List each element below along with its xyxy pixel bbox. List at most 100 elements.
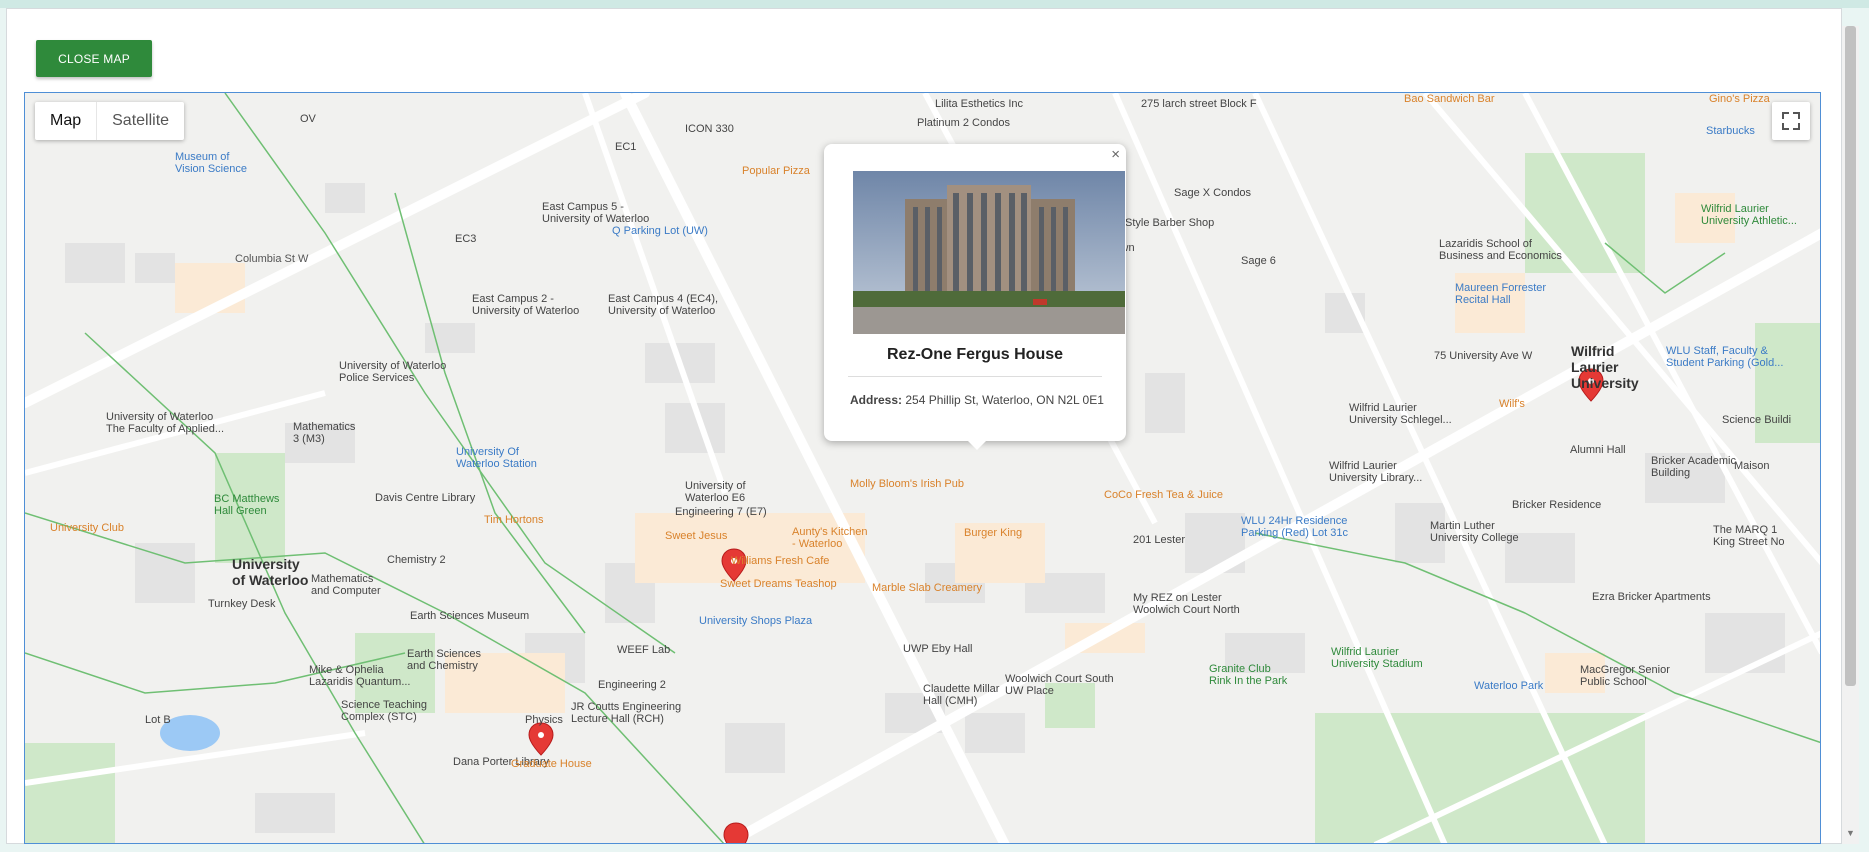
map-label[interactable]: UWP Eby Hall xyxy=(903,643,972,655)
map-label[interactable]: Engineering 2 xyxy=(598,679,666,691)
info-window-title: Rez-One Fergus House xyxy=(886,346,1064,363)
map-label[interactable]: EC3 xyxy=(455,233,476,245)
map-view[interactable]: Museum of Vision Science Columbia St W EC3 E… xyxy=(24,92,1821,844)
map-label[interactable]: East Campus 2 - University of Waterloo xyxy=(472,293,579,317)
map-label[interactable]: Marble Slab Creamery xyxy=(872,582,982,594)
map-label[interactable]: East Campus 4 (EC4), University of Waterl… xyxy=(608,293,718,317)
map-label[interactable]: University of Waterloo Police Services xyxy=(339,360,446,384)
map-label[interactable]: Columbia St W xyxy=(235,253,308,265)
map-label[interactable]: Lilita Esthetics Inc xyxy=(935,98,1023,110)
map-label[interactable]: University Club xyxy=(50,522,124,534)
map-label[interactable]: Turnkey Desk xyxy=(208,598,275,610)
info-window: × Rez-One Fergus House Address: 254 Phil… xyxy=(824,144,1126,450)
map-label[interactable]: Wilfrid Laurier University Stadium xyxy=(1331,646,1423,670)
map-label[interactable]: University of Waterloo E6 xyxy=(685,480,746,504)
map-label[interactable]: 75 University Ave W xyxy=(1434,350,1532,362)
address-label: Address: xyxy=(850,393,903,407)
map-label[interactable]: Starbucks xyxy=(1706,125,1755,137)
building-photo xyxy=(853,171,1125,334)
map-label[interactable]: Bao Sandwich Bar xyxy=(1404,93,1495,105)
map-label[interactable]: Maureen Forrester Recital Hall xyxy=(1455,282,1546,306)
map-label[interactable]: BC Matthews Hall Green xyxy=(214,493,279,517)
map-label[interactable]: Lot B xyxy=(145,714,171,726)
map-label[interactable]: Graduate House xyxy=(511,758,592,770)
map-label[interactable]: Bricker Academic Building xyxy=(1651,455,1736,479)
map-label[interactable]: Earth Sciences and Chemistry xyxy=(407,648,481,672)
fullscreen-button[interactable] xyxy=(1772,102,1810,140)
map-label[interactable]: Science Buildi xyxy=(1722,414,1791,426)
map-label[interactable]: Wilfrid Laurier University Library... xyxy=(1329,460,1422,484)
map-label[interactable]: WLU 24Hr Residence Parking (Red) Lot 31c xyxy=(1241,515,1348,539)
map-label[interactable]: WLU Staff, Faculty & Student Parking (Gol… xyxy=(1666,345,1783,369)
map-label[interactable]: Martin Luther University College xyxy=(1430,520,1519,544)
map-label[interactable]: Sage X Condos xyxy=(1174,187,1251,199)
map-label[interactable]: WEEF Lab xyxy=(617,644,670,656)
map-label[interactable]: CoCo Fresh Tea & Juice xyxy=(1104,489,1223,501)
fullscreen-icon xyxy=(1782,112,1800,130)
map-label[interactable]: Bricker Residence xyxy=(1512,499,1601,511)
map-type-satellite-button[interactable]: Satellite xyxy=(97,102,184,140)
map-label[interactable]: 201 Lester xyxy=(1133,534,1185,546)
map-label[interactable]: University of Waterloo xyxy=(232,556,308,588)
map-label[interactable]: University Shops Plaza xyxy=(699,615,812,627)
map-label[interactable]: Claudette Millar Hall (CMH) xyxy=(923,683,999,707)
map-label[interactable]: Mathematics and Computer xyxy=(311,573,381,597)
map-label[interactable]: Sweet Dreams Teashop xyxy=(720,578,837,590)
map-label[interactable]: Ezra Bricker Apartments xyxy=(1592,591,1711,603)
address-line: Address: 254 Phillip St, Waterloo, ON N2… xyxy=(850,393,1104,407)
header-bar xyxy=(0,0,1869,8)
map-label[interactable]: Aunty's Kitchen - Waterloo xyxy=(792,526,867,550)
map-label[interactable]: Museum of Vision Science xyxy=(175,151,247,175)
address-value: 254 Phillip St, Waterloo, ON N2L 0E1 xyxy=(905,393,1104,407)
map-label[interactable]: Mike & Ophelia Lazaridis Quantum... xyxy=(309,664,411,688)
map-type-control: Map Satellite xyxy=(35,102,185,140)
map-label[interactable]: Science Teaching Complex (STC) xyxy=(341,699,427,723)
map-label[interactable]: Wilf's xyxy=(1499,398,1525,410)
map-label[interactable]: Alumni Hall xyxy=(1570,444,1626,456)
map-label[interactable]: Wilfrid Laurier University Schlegel... xyxy=(1349,402,1452,426)
map-label[interactable]: Platinum 2 Condos xyxy=(917,117,1010,129)
map-label[interactable]: 275 larch street Block F xyxy=(1141,98,1257,110)
map-label[interactable]: Granite Club Rink In the Park xyxy=(1209,663,1287,687)
scroll-down-icon[interactable]: ▼ xyxy=(1846,828,1855,838)
map-label[interactable]: Sage 6 xyxy=(1241,255,1276,267)
map-label[interactable]: Gino's Pizza xyxy=(1709,93,1770,105)
map-label[interactable]: Molly Bloom's Irish Pub xyxy=(850,478,964,490)
map-label[interactable]: Physics xyxy=(525,714,563,726)
map-label[interactable]: Wilfrid Laurier University xyxy=(1571,343,1639,391)
page-scrollbar[interactable]: ▼ xyxy=(1842,26,1859,844)
map-label[interactable]: Chemistry 2 xyxy=(387,554,446,566)
map-label[interactable]: Popular Pizza xyxy=(742,165,810,177)
map-label[interactable]: University Of Waterloo Station xyxy=(456,446,537,470)
map-label[interactable]: ICON 330 xyxy=(685,123,734,135)
close-map-button[interactable]: CLOSE MAP xyxy=(36,40,152,77)
map-label[interactable]: Earth Sciences Museum xyxy=(410,610,529,622)
map-label[interactable]: EC1 xyxy=(615,141,636,153)
map-type-map-button[interactable]: Map xyxy=(35,102,96,140)
map-label[interactable]: Burger King xyxy=(964,527,1022,539)
marker-pin-icon xyxy=(723,822,749,843)
scrollbar-thumb[interactable] xyxy=(1845,26,1856,686)
map-label[interactable]: MacGregor Senior Public School xyxy=(1580,664,1670,688)
map-label[interactable]: Engineering 7 (E7) xyxy=(675,506,767,518)
map-label[interactable]: Mathematics 3 (M3) xyxy=(293,421,355,445)
marker-pin-icon xyxy=(528,722,554,756)
map-label[interactable]: OV xyxy=(300,113,316,125)
map-label[interactable]: Tim Hortons xyxy=(484,514,544,526)
map-label[interactable]: Sweet Jesus xyxy=(665,530,727,542)
close-icon[interactable]: × xyxy=(1111,146,1120,163)
map-label[interactable]: Lazaridis School of Business and Economic… xyxy=(1439,238,1562,262)
map-label[interactable]: Williams Fresh Cafe xyxy=(731,555,829,567)
map-label[interactable]: Wilfrid Laurier University Athletic... xyxy=(1701,203,1797,227)
map-label[interactable]: Q Parking Lot (UW) xyxy=(612,225,708,237)
map-label[interactable]: The MARQ 1 King Street No xyxy=(1713,524,1785,548)
map-label[interactable]: East Campus 5 - University of Waterloo xyxy=(542,201,649,225)
map-label[interactable]: Maison xyxy=(1734,460,1769,472)
map-label[interactable]: University of Waterloo The Faculty of App… xyxy=(106,411,224,435)
map-label[interactable]: Waterloo Park xyxy=(1474,680,1543,692)
divider xyxy=(848,376,1102,377)
map-label[interactable]: My REZ on Lester Woolwich Court North xyxy=(1133,592,1240,616)
map-label[interactable]: JR Coutts Engineering Lecture Hall (RCH) xyxy=(571,701,681,725)
map-label[interactable]: Davis Centre Library xyxy=(375,492,475,504)
map-label[interactable]: Woolwich Court South UW Place xyxy=(1005,673,1114,697)
